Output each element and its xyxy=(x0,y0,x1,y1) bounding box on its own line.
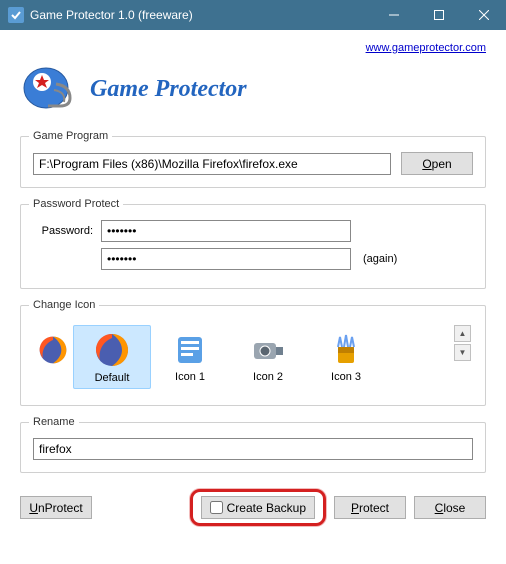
icon-item-default[interactable]: Default xyxy=(73,325,151,389)
password-again-label: (again) xyxy=(363,253,397,265)
create-backup-input[interactable] xyxy=(210,501,223,514)
icon-item-1[interactable]: Icon 1 xyxy=(151,325,229,387)
password-protect-legend: Password Protect xyxy=(29,198,123,210)
scroll-down-button[interactable]: ▼ xyxy=(454,344,471,361)
password-protect-group: Password Protect Password: (again) xyxy=(20,198,486,289)
app-title: Game Protector xyxy=(90,76,247,103)
unprotect-button[interactable]: UnProtect xyxy=(20,496,92,519)
folder-icon xyxy=(172,331,208,367)
helmet-icon xyxy=(20,64,76,114)
highlight-annotation: Create Backup xyxy=(190,489,326,526)
rename-group: Rename xyxy=(20,416,486,473)
brush-icon xyxy=(328,331,364,367)
icon-item-3[interactable]: Icon 3 xyxy=(307,325,385,387)
create-backup-checkbox[interactable]: Create Backup xyxy=(201,496,315,519)
game-program-legend: Game Program xyxy=(29,130,112,142)
app-icon xyxy=(8,7,24,23)
window-title: Game Protector 1.0 (freeware) xyxy=(30,8,371,22)
content-area: www.gameprotector.com Game Protector Gam… xyxy=(0,30,506,540)
rename-legend: Rename xyxy=(29,416,79,428)
icon-item[interactable] xyxy=(33,325,73,369)
footer-buttons: UnProtect Create Backup Protect Close xyxy=(20,483,486,526)
website-link[interactable]: www.gameprotector.com xyxy=(366,42,486,54)
header-logo: Game Protector xyxy=(20,60,486,130)
open-button[interactable]: Open xyxy=(401,152,473,175)
titlebar: Game Protector 1.0 (freeware) xyxy=(0,0,506,30)
minimize-button[interactable] xyxy=(371,0,416,30)
password-label: Password: xyxy=(33,225,93,237)
scroll-up-button[interactable]: ▲ xyxy=(454,325,471,342)
game-program-group: Game Program Open xyxy=(20,130,486,188)
maximize-button[interactable] xyxy=(416,0,461,30)
firefox-icon xyxy=(94,332,130,368)
icon-item-2[interactable]: Icon 2 xyxy=(229,325,307,387)
game-path-input[interactable] xyxy=(33,153,391,175)
change-icon-legend: Change Icon xyxy=(29,299,99,311)
password-input-2[interactable] xyxy=(101,248,351,270)
firefox-orig-icon xyxy=(38,335,68,365)
protect-button[interactable]: Protect xyxy=(334,496,406,519)
change-icon-group: Change Icon Default Icon 1 Icon 2 Icon 3 xyxy=(20,299,486,406)
camera-icon xyxy=(250,331,286,367)
url-row: www.gameprotector.com xyxy=(20,38,486,60)
close-footer-button[interactable]: Close xyxy=(414,496,486,519)
close-button[interactable] xyxy=(461,0,506,30)
password-input-1[interactable] xyxy=(101,220,351,242)
rename-input[interactable] xyxy=(33,438,473,460)
